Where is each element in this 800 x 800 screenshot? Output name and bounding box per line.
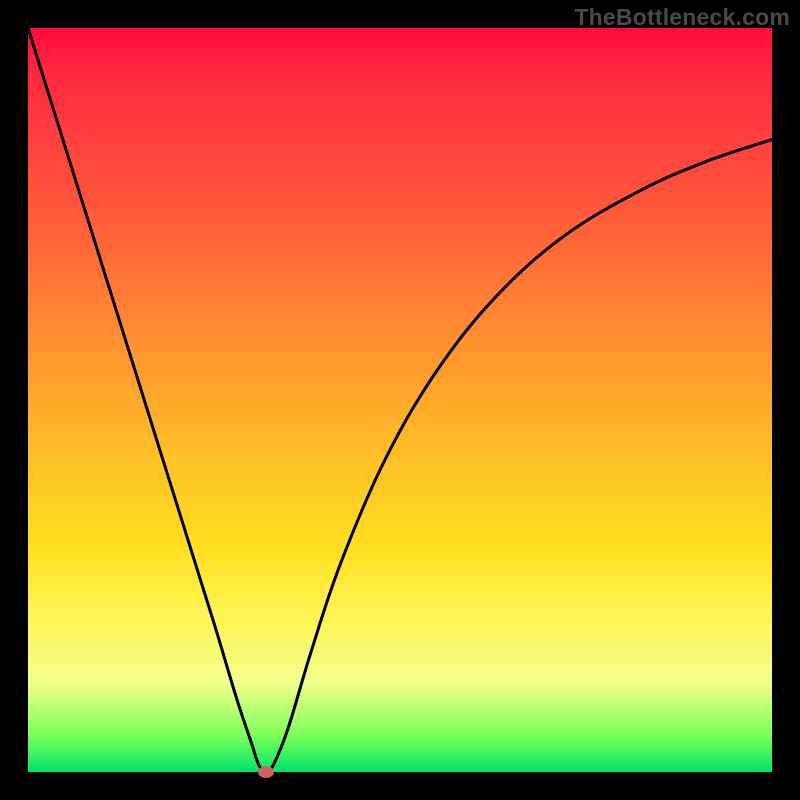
- watermark-text: TheBottleneck.com: [574, 4, 790, 31]
- chart-marker-dot: [258, 766, 274, 778]
- chart-frame: TheBottleneck.com: [0, 0, 800, 800]
- chart-plot-area: [28, 28, 772, 772]
- chart-curve: [28, 28, 772, 772]
